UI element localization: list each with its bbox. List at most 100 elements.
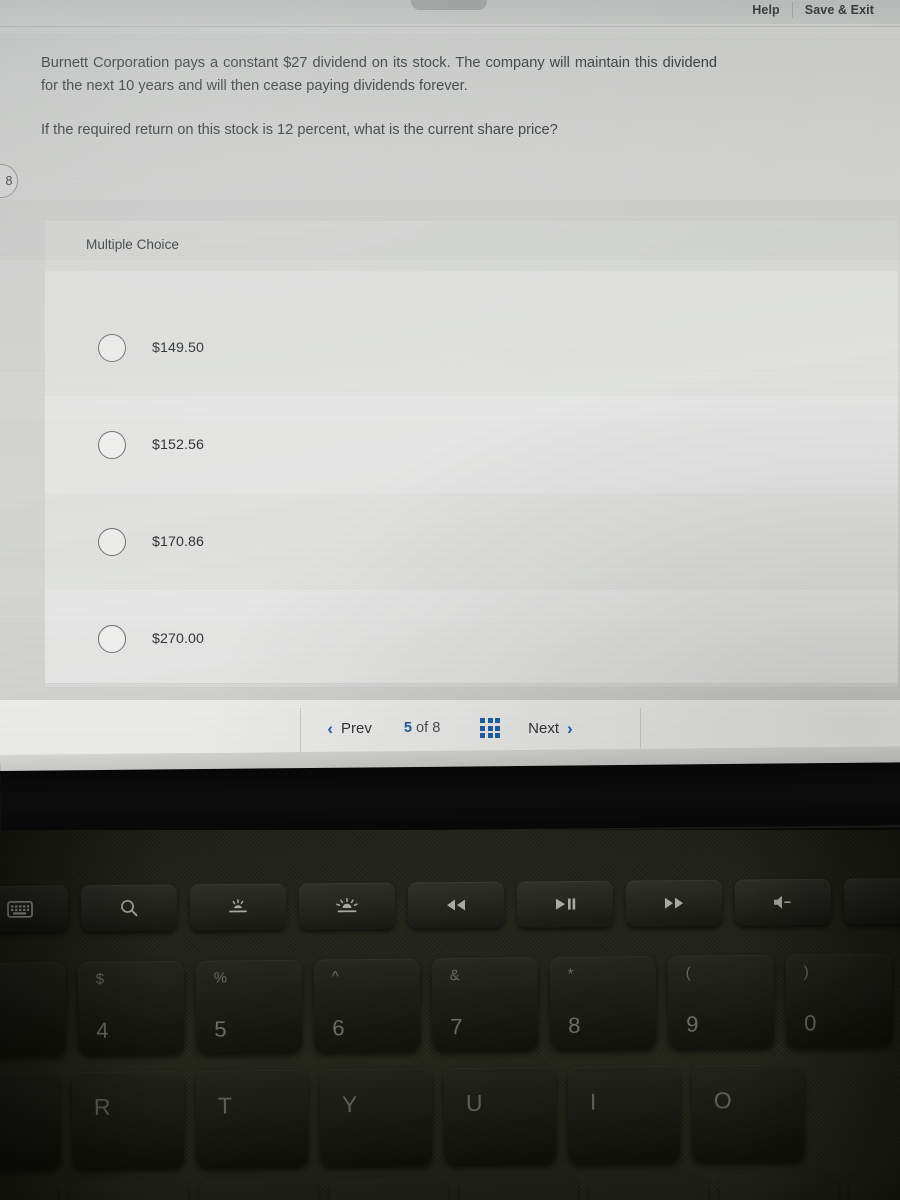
brightness-up-icon	[334, 897, 360, 914]
prev-button-label: Prev	[340, 719, 372, 737]
letter-key-row: E R T Y U I O	[0, 1063, 900, 1170]
key-digit: 9	[686, 1011, 699, 1037]
key-7[interactable]: & 7	[431, 957, 539, 1051]
top-bar-underline	[0, 26, 900, 27]
number-key-row: # 3 $ 4 % 5 ^ 6 & 7 * 8	[0, 953, 900, 1056]
answer-option-label: $149.50	[152, 339, 204, 356]
top-bar-actions: Help Save & Exit	[740, 1, 886, 19]
question-type-label: Multiple Choice	[86, 237, 179, 252]
next-question-button[interactable]: Next ›	[518, 716, 583, 741]
answer-option-row[interactable]: $152.56	[45, 396, 898, 493]
key-9[interactable]: ( 9	[667, 954, 775, 1048]
key-6[interactable]: ^ 6	[313, 958, 421, 1052]
rewind-icon	[444, 898, 468, 912]
key-partial[interactable]	[589, 1175, 709, 1200]
question-grid-icon[interactable]	[480, 718, 501, 738]
next-button-label: Next	[528, 719, 559, 737]
answer-option-label: $152.56	[152, 436, 204, 453]
question-paragraph-1: Burnett Corporation pays a constant $27 …	[41, 55, 717, 94]
volume-mute-icon	[771, 894, 795, 910]
key-0[interactable]: ) 0	[785, 953, 893, 1047]
laptop-keyboard-deck: # 3 $ 4 % 5 ^ 6 & 7 * 8	[0, 830, 900, 1200]
key-partial[interactable]	[329, 1178, 449, 1200]
key-e[interactable]: E	[0, 1072, 61, 1170]
key-t[interactable]: T	[195, 1069, 309, 1167]
key-digit: 0	[804, 1010, 817, 1036]
search-icon	[119, 898, 139, 918]
key-r[interactable]: R	[71, 1070, 185, 1169]
top-bar: Help Save & Exit	[0, 0, 900, 24]
key-function-extra[interactable]	[843, 877, 900, 925]
radio-button-icon[interactable]	[98, 624, 126, 653]
answer-card: Multiple Choice $149.50 $152.56 $170.86 …	[45, 221, 898, 687]
key-8[interactable]: * 8	[549, 956, 657, 1050]
key-rewind[interactable]	[407, 881, 505, 929]
chevron-right-icon: ›	[567, 718, 573, 738]
question-number-badge[interactable]: 8	[0, 164, 18, 198]
key-5[interactable]: % 5	[195, 959, 303, 1053]
bottom-key-row	[0, 1172, 900, 1200]
display-keyboard-icon	[7, 900, 33, 918]
browser-tab-stub[interactable]	[411, 0, 487, 10]
of-label: of	[416, 720, 429, 736]
key-brightness-up[interactable]	[298, 882, 396, 930]
key-4[interactable]: $ 4	[77, 960, 185, 1055]
key-fast-forward[interactable]	[625, 879, 723, 927]
radio-button-icon[interactable]	[98, 430, 126, 459]
key-partial[interactable]	[199, 1179, 319, 1200]
key-letter: U	[465, 1089, 483, 1116]
play-pause-icon	[553, 897, 577, 911]
key-partial[interactable]	[0, 1182, 59, 1200]
key-partial[interactable]	[849, 1172, 900, 1200]
radio-button-icon[interactable]	[98, 333, 126, 362]
save-and-exit-button[interactable]: Save & Exit	[793, 1, 886, 19]
key-letter: T	[217, 1092, 233, 1119]
key-volume-mute[interactable]	[734, 878, 832, 926]
key-digit: 8	[568, 1012, 581, 1038]
question-number-badge-value: 8	[5, 174, 13, 188]
page-indicator: 5 of 8	[404, 720, 441, 736]
function-key-row	[0, 877, 900, 933]
key-digit: 5	[214, 1016, 227, 1042]
key-digit: 7	[450, 1014, 463, 1040]
key-symbol: *	[567, 965, 574, 983]
key-y[interactable]: Y	[319, 1068, 433, 1166]
help-button[interactable]: Help	[740, 1, 792, 19]
key-partial[interactable]	[719, 1174, 839, 1200]
key-play-pause[interactable]	[516, 880, 614, 928]
key-o[interactable]: O	[691, 1064, 805, 1162]
key-3[interactable]: # 3	[0, 962, 67, 1056]
chevron-left-icon: ‹	[327, 718, 333, 738]
answer-option-row[interactable]: $170.86	[45, 493, 898, 590]
key-letter: I	[589, 1088, 597, 1115]
question-paragraph-2: If the required return on this stock is …	[41, 122, 558, 138]
fast-forward-icon	[662, 896, 686, 910]
key-symbol: $	[95, 970, 105, 988]
answer-option-label: $270.00	[152, 630, 204, 647]
brightness-down-icon	[226, 899, 250, 915]
key-symbol: (	[685, 964, 691, 982]
laptop-screen: Help Save & Exit Burnett Corporation pay…	[0, 0, 900, 764]
key-symbol: )	[803, 963, 809, 981]
key-brightness-down[interactable]	[189, 883, 287, 931]
key-symbol: %	[213, 969, 228, 987]
key-partial[interactable]	[69, 1180, 189, 1200]
key-search[interactable]	[80, 884, 178, 932]
key-digit: 4	[96, 1017, 109, 1043]
key-u[interactable]: U	[443, 1067, 557, 1165]
key-symbol: ^	[331, 968, 339, 986]
current-page-number: 5	[403, 720, 412, 736]
prev-question-button[interactable]: ‹ Prev	[317, 716, 382, 741]
screenshot-root: Help Save & Exit Burnett Corporation pay…	[0, 0, 900, 1200]
key-letter: O	[713, 1087, 732, 1114]
key-symbol: &	[449, 967, 460, 985]
radio-button-icon[interactable]	[98, 527, 126, 556]
answer-option-row[interactable]: $270.00	[45, 590, 898, 687]
key-digit: 6	[332, 1015, 345, 1041]
key-display-keyboard[interactable]	[0, 885, 69, 933]
key-i[interactable]: I	[567, 1065, 681, 1163]
answer-option-row[interactable]: $149.50	[45, 299, 898, 396]
answer-options-list: $149.50 $152.56 $170.86 $270.00	[45, 299, 898, 687]
key-partial[interactable]	[459, 1176, 579, 1200]
key-letter: R	[93, 1093, 111, 1120]
